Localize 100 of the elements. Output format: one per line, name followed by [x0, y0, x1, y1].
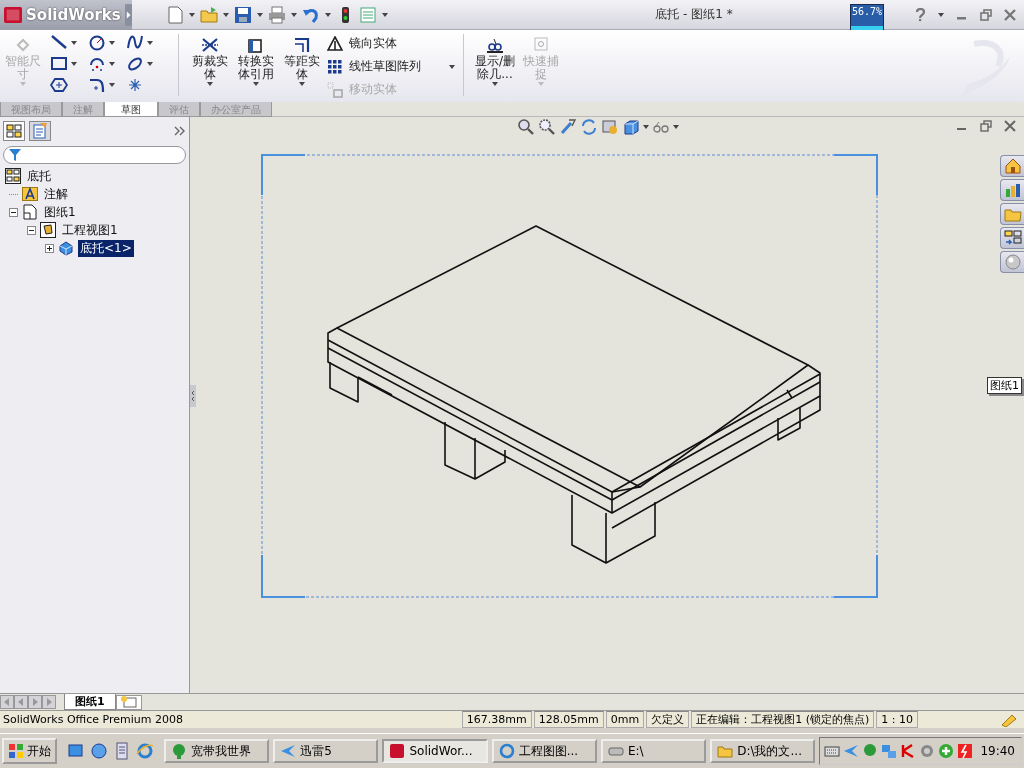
- caret-icon: [253, 82, 259, 86]
- collapse-icon[interactable]: [9, 207, 18, 217]
- filter-field[interactable]: [3, 146, 186, 164]
- caret-icon[interactable]: [147, 62, 153, 66]
- save-icon[interactable]: [234, 5, 252, 24]
- keyboard-icon[interactable]: [824, 743, 841, 759]
- appearance-sphere-icon: [1003, 253, 1022, 271]
- linear-pattern-button[interactable]: 线性草图阵列: [325, 57, 423, 76]
- display-style-icon[interactable]: [622, 118, 640, 136]
- caret-icon[interactable]: [382, 12, 388, 17]
- line-icon[interactable]: [50, 34, 68, 52]
- app-logo-icon: [4, 5, 23, 24]
- taskbar-window-button[interactable]: D:\我的文...: [710, 739, 816, 763]
- zoom-fit-icon[interactable]: [517, 118, 535, 136]
- desktop-icon[interactable]: [67, 742, 85, 760]
- previous-view-icon[interactable]: [559, 118, 577, 136]
- editing-status: 正在编辑：工程视图1 (锁定的焦点): [691, 711, 875, 728]
- plus-icon[interactable]: [938, 743, 955, 759]
- flash-icon[interactable]: [957, 743, 974, 759]
- product-name: SolidWorks Office Premium 2008: [2, 713, 184, 726]
- close-icon[interactable]: [1004, 8, 1016, 21]
- point-icon[interactable]: [126, 76, 144, 94]
- close-icon[interactable]: [1004, 120, 1016, 132]
- grid-pattern-icon: [327, 58, 343, 75]
- windows-logo-icon: [8, 743, 24, 759]
- move-icon: [327, 81, 343, 98]
- zoom-area-icon[interactable]: [538, 118, 556, 136]
- tree-item[interactable]: 图纸1: [42, 203, 78, 221]
- taskbar-window-button[interactable]: SolidWor...: [382, 739, 488, 763]
- task-pane-tab[interactable]: [1000, 227, 1024, 249]
- tree-item[interactable]: 底托: [25, 167, 53, 185]
- glasses-icon[interactable]: [652, 120, 670, 134]
- feature-tree-tab-icon[interactable]: [3, 121, 25, 141]
- caret-icon[interactable]: [223, 12, 229, 17]
- trim-entities-button[interactable]: 剪裁实体: [187, 34, 233, 88]
- trim-icon: [200, 36, 220, 54]
- caret-icon[interactable]: [325, 12, 331, 17]
- caret-icon[interactable]: [109, 62, 115, 66]
- convert-entities-button[interactable]: 转换实体引用: [233, 34, 279, 88]
- caret-icon[interactable]: [643, 125, 649, 129]
- caret-icon[interactable]: [189, 12, 195, 17]
- taskbar-window-button[interactable]: 工程图图...: [491, 739, 597, 763]
- pan-icon[interactable]: [601, 118, 619, 136]
- taskbar-window-button[interactable]: 迅雷5: [273, 739, 379, 763]
- add-sheet-icon[interactable]: [115, 694, 142, 710]
- ellipse-icon[interactable]: [126, 55, 144, 73]
- caret-icon[interactable]: [257, 12, 263, 17]
- x-coordinate: 167.38mm: [461, 711, 532, 728]
- display-delete-relations-button[interactable]: 显示/删除几...: [472, 34, 518, 88]
- internet-explorer-icon[interactable]: [136, 742, 154, 760]
- caret-icon[interactable]: [109, 83, 115, 87]
- new-document-icon[interactable]: [166, 5, 184, 24]
- chevron-right-icon[interactable]: [174, 126, 186, 136]
- start-button[interactable]: 开始: [2, 738, 57, 764]
- part-tree-icon: [5, 168, 21, 184]
- circle-icon[interactable]: [88, 34, 106, 52]
- caret-icon[interactable]: [71, 62, 77, 66]
- fillet-icon[interactable]: [88, 76, 106, 94]
- sheet-scale: 1 : 10: [876, 711, 918, 728]
- print-icon[interactable]: [268, 5, 286, 24]
- caret-icon[interactable]: [449, 64, 455, 69]
- offset-entities-button[interactable]: 等距实体: [279, 34, 325, 88]
- tree-item[interactable]: 工程视图1: [60, 221, 120, 239]
- restore-icon[interactable]: [980, 120, 992, 132]
- mirror-entities-button[interactable]: 镜向实体: [325, 34, 399, 53]
- rotate-icon[interactable]: [580, 118, 598, 136]
- caret-icon[interactable]: [109, 41, 115, 45]
- caret-icon: [299, 82, 305, 86]
- taskbar-window-button[interactable]: 宽带我世界: [164, 739, 270, 763]
- caret-icon: [538, 82, 544, 86]
- help-icon[interactable]: [914, 7, 926, 22]
- task-pane-tab[interactable]: [1000, 179, 1024, 201]
- caret-icon[interactable]: [673, 125, 679, 129]
- open-folder-icon[interactable]: [200, 5, 218, 24]
- property-tab-icon[interactable]: [29, 121, 51, 141]
- task-pane-tab[interactable]: [1000, 251, 1024, 273]
- meter-reading: 56.7%: [851, 5, 883, 17]
- part-component-icon: [58, 240, 74, 256]
- sheet-tab[interactable]: 图纸1: [64, 694, 116, 710]
- restore-icon[interactable]: [980, 8, 992, 21]
- polygon-icon[interactable]: [50, 76, 68, 94]
- task-pane-tab[interactable]: [1000, 155, 1024, 177]
- taskbar-window-button[interactable]: E:\: [600, 739, 707, 763]
- caret-icon[interactable]: [147, 41, 153, 45]
- expand-icon[interactable]: [45, 243, 54, 253]
- arc-icon[interactable]: [88, 55, 106, 73]
- caret-icon[interactable]: [938, 12, 944, 17]
- folder-icon: [717, 743, 734, 759]
- caret-icon[interactable]: [71, 41, 77, 45]
- rectangle-icon[interactable]: [50, 55, 68, 73]
- panel-collapse-handle-icon[interactable]: [190, 385, 196, 407]
- pencil-icon[interactable]: [1000, 712, 1018, 727]
- relations-icon: [485, 36, 505, 54]
- caret-icon[interactable]: [291, 12, 297, 17]
- tree-item[interactable]: 注解: [42, 185, 70, 203]
- home-icon: [1003, 157, 1022, 175]
- collapse-icon[interactable]: [27, 225, 36, 235]
- ribbon-tab[interactable]: 草图: [104, 102, 158, 117]
- annotation-folder-icon: [22, 186, 38, 202]
- tree-item[interactable]: 底托<1>: [78, 239, 134, 257]
